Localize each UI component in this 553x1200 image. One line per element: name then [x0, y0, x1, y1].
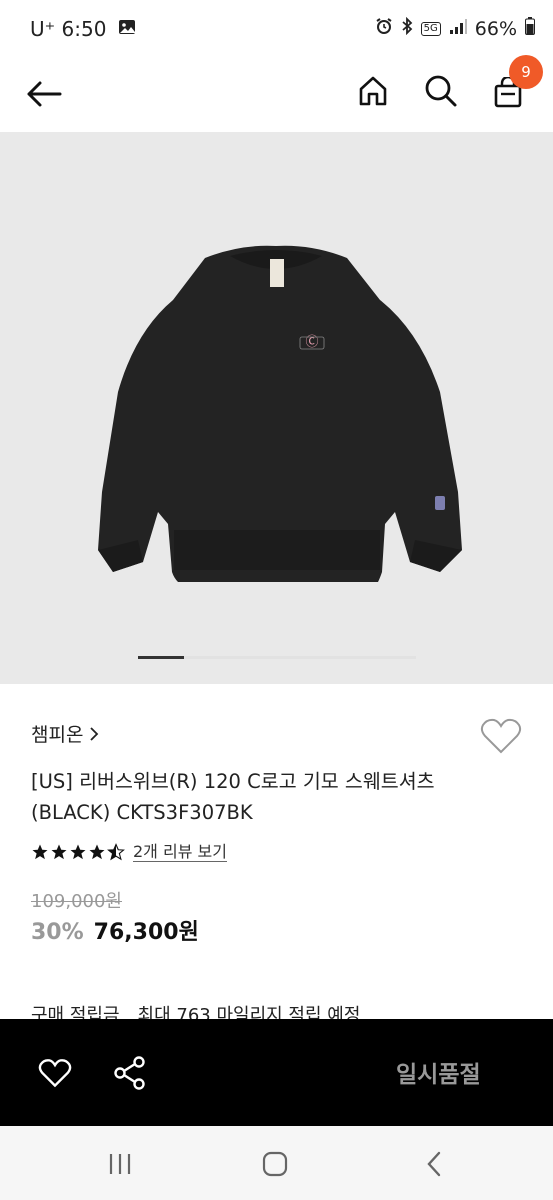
brand-link[interactable]: 챔피온 [31, 720, 99, 747]
home-button[interactable] [352, 70, 394, 112]
product-image-carousel[interactable]: Ⓒ [0, 132, 553, 684]
signal-icon [449, 18, 467, 40]
rating-stars [31, 843, 125, 861]
carrier-time: U⁺ 6:50 [30, 17, 107, 41]
share-icon [114, 1056, 145, 1090]
rating-row: 2개 리뷰 보기 [31, 842, 227, 862]
carousel-indicator-track [184, 656, 416, 659]
product-title: [US] 리버스위브(R) 120 C로고 기모 스웨트셔츠 (BLACK) C… [31, 770, 435, 824]
cart-count-badge: 9 [509, 55, 543, 89]
heart-outline-icon [38, 1059, 72, 1088]
star-icon [70, 844, 86, 860]
chevron-right-icon [90, 726, 99, 741]
star-icon [89, 844, 105, 860]
sale-price: 76,300원 [93, 920, 199, 945]
bluetooth-icon [401, 16, 413, 40]
alarm-icon [375, 17, 393, 40]
search-icon [425, 75, 457, 107]
sold-out-button[interactable]: 일시품절 [396, 1055, 481, 1089]
star-icon [51, 844, 67, 860]
product-image: Ⓒ [98, 245, 462, 582]
home-square-icon [262, 1151, 288, 1177]
discount-rate: 30% [31, 920, 84, 945]
review-link[interactable]: 2개 리뷰 보기 [133, 842, 227, 862]
back-button[interactable] [22, 72, 66, 116]
status-right: 5G 66% [375, 16, 535, 40]
price-row: 30% 76,300원 [31, 914, 199, 946]
half-star-icon [107, 843, 125, 861]
bottom-wishlist-button[interactable] [34, 1053, 76, 1093]
top-app-bar [0, 60, 553, 132]
status-left: U⁺ 6:50 [30, 17, 136, 41]
chevron-left-icon [427, 1151, 441, 1177]
original-price: 109,000원 [31, 891, 122, 912]
wishlist-button[interactable] [480, 717, 522, 759]
gallery-icon [118, 17, 136, 41]
share-button[interactable] [110, 1053, 150, 1093]
brand-name: 챔피온 [31, 724, 84, 746]
back-arrow-icon [27, 81, 62, 107]
system-nav-bar [0, 1126, 553, 1200]
recents-button[interactable] [96, 1148, 144, 1180]
recents-icon [109, 1154, 131, 1174]
status-bar: U⁺ 6:50 5G 66% [0, 0, 553, 60]
back-system-button[interactable] [410, 1148, 458, 1180]
carousel-indicator-active [138, 656, 184, 659]
heart-outline-icon [480, 718, 522, 754]
search-button[interactable] [420, 70, 462, 112]
home-system-button[interactable] [251, 1148, 299, 1180]
network-5g-icon: 5G [420, 21, 441, 36]
battery-percent: 66% [474, 17, 517, 40]
battery-icon [525, 17, 535, 40]
star-icon [32, 844, 48, 860]
home-icon [359, 76, 387, 106]
